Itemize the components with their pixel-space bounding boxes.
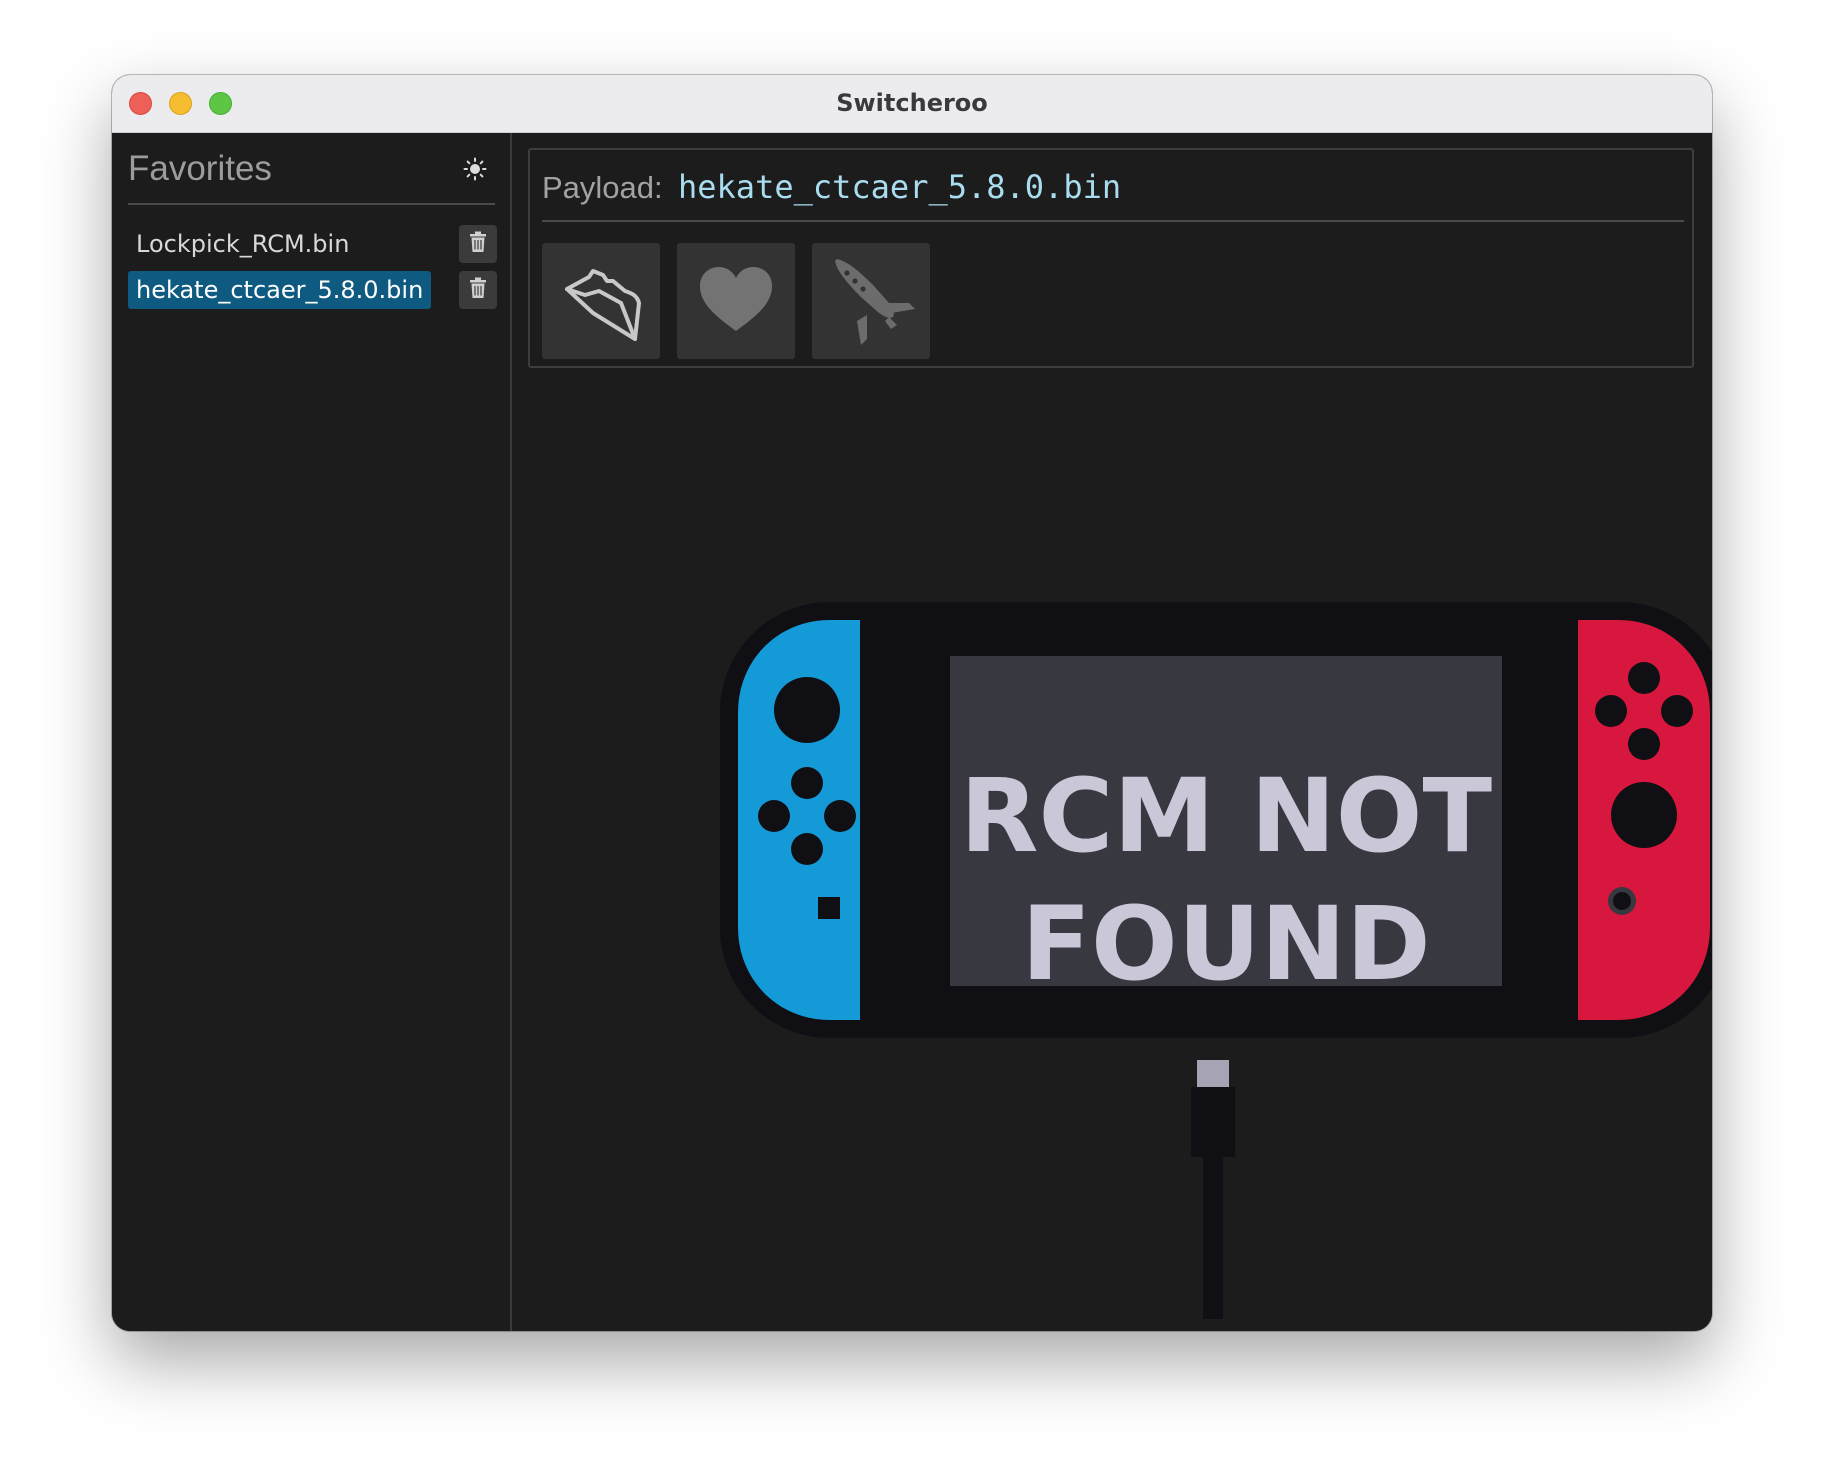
favorites-title: Favorites	[128, 149, 272, 188]
main-panel: Payload: hekate_ctcaer_5.8.0.bin RCM NOT…	[512, 133, 1712, 1331]
favorite-item-selected[interactable]: hekate_ctcaer_5.8.0.bin	[128, 271, 432, 309]
delete-favorite-button[interactable]	[459, 271, 497, 309]
favorites-sidebar: Favorites Lockpick_RCM.bin hekate_ctcaer…	[112, 133, 512, 1331]
dpad-left	[758, 800, 790, 832]
dpad-up	[791, 767, 823, 799]
status-line-1: RCM NOT	[960, 757, 1492, 876]
title-bar: Switcheroo	[112, 75, 1712, 133]
left-stick	[774, 677, 840, 743]
delete-favorite-button[interactable]	[459, 225, 497, 263]
app-window: Switcheroo Favorites Lockpick_RCM.bin he…	[112, 75, 1712, 1331]
usb-connector	[1191, 1087, 1235, 1157]
status-line-2: FOUND	[1021, 885, 1430, 1004]
button-b	[1628, 728, 1660, 760]
button-y	[1595, 695, 1627, 727]
button-x	[1628, 662, 1660, 694]
sun-icon[interactable]	[463, 157, 487, 181]
window-title: Switcheroo	[836, 89, 988, 117]
favorites-header: Favorites	[128, 147, 495, 205]
trash-icon	[469, 231, 487, 257]
right-stick	[1611, 782, 1677, 848]
trash-icon	[469, 277, 487, 303]
usb-c-plug	[1197, 1060, 1229, 1087]
switch-console-illustration: RCM NOT FOUND	[720, 602, 1712, 1319]
usb-cable	[1203, 1157, 1223, 1319]
dpad-right	[824, 800, 856, 832]
dpad-down	[791, 833, 823, 865]
capture-button	[818, 897, 840, 919]
button-a	[1661, 695, 1693, 727]
favorite-item[interactable]: Lockpick_RCM.bin	[128, 225, 357, 263]
